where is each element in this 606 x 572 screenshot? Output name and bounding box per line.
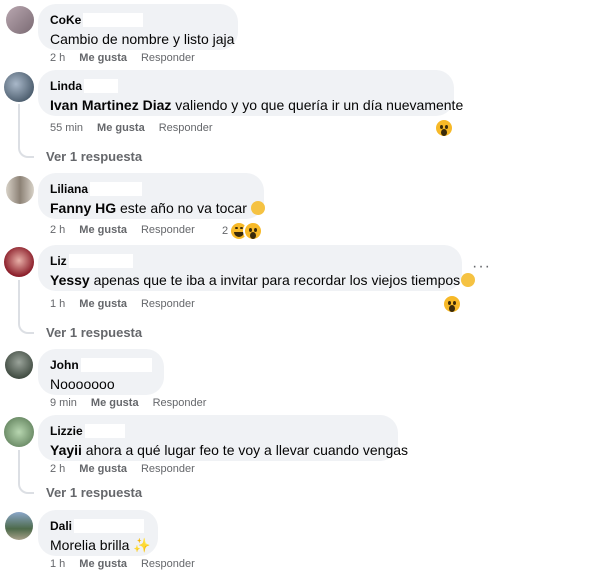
comment-text: apenas que te iba a invitar para recorda… — [89, 272, 461, 288]
commenter-name[interactable]: CoKe — [50, 13, 81, 27]
comment-bubble: Liz Yessy apenas que te iba a invitar pa… — [38, 245, 476, 291]
timestamp[interactable]: 55 min — [50, 122, 83, 134]
comment-bubble: Linda Ivan Martinez Diaz valiendo y yo q… — [38, 70, 463, 116]
commenter-name[interactable]: Liliana — [50, 182, 88, 196]
sparkles-emoji-icon: ✨ — [133, 537, 151, 553]
timestamp[interactable]: 2 h — [50, 224, 65, 236]
like-button[interactable]: Me gusta — [79, 558, 127, 570]
commenter-name[interactable]: Liz — [50, 254, 67, 268]
reply-button[interactable]: Responder — [141, 558, 195, 570]
avatar[interactable] — [5, 351, 33, 379]
like-button[interactable]: Me gusta — [79, 298, 127, 310]
thread-line — [18, 104, 34, 158]
reply-button[interactable]: Responder — [159, 122, 213, 134]
mention[interactable]: Yessy — [50, 272, 90, 288]
thread-line — [18, 280, 34, 334]
commenter-name[interactable]: Dali — [50, 519, 72, 533]
wow-icon — [245, 223, 262, 239]
avatar[interactable] — [4, 417, 34, 447]
like-button[interactable]: Me gusta — [97, 122, 145, 134]
avatar[interactable] — [4, 72, 34, 102]
comment-actions: 2 h Me gusta Responder — [50, 52, 209, 64]
view-replies-link[interactable]: Ver 1 respuesta — [46, 485, 142, 500]
avatar[interactable] — [6, 176, 34, 204]
comment-bubble: CoKe Cambio de nombre y listo jaja — [38, 4, 238, 50]
reply-button[interactable]: Responder — [141, 463, 195, 475]
comment-text: Nooooooo — [50, 376, 115, 392]
comment-text: Cambio de nombre y listo jaja — [50, 31, 235, 47]
avatar[interactable] — [4, 247, 34, 277]
commenter-name[interactable]: Linda — [50, 79, 82, 93]
reply-button[interactable]: Responder — [141, 224, 195, 236]
reply-button[interactable]: Responder — [141, 298, 195, 310]
reply-button[interactable]: Responder — [153, 397, 207, 409]
comment-actions: 9 min Me gusta Responder — [50, 397, 220, 409]
comment-bubble: Lizzie Yayii ahora a qué lugar feo te vo… — [38, 415, 408, 461]
mention[interactable]: Yayii — [50, 442, 82, 458]
mention[interactable]: Fanny HG — [50, 200, 116, 216]
comment-text: valiendo y yo que quería ir un día nueva… — [171, 97, 464, 113]
timestamp[interactable]: 2 h — [50, 463, 65, 475]
like-button[interactable]: Me gusta — [79, 463, 127, 475]
timestamp[interactable]: 1 h — [50, 558, 65, 570]
like-button[interactable]: Me gusta — [79, 52, 127, 64]
comment-bubble: Liliana Fanny HG este año no va tocar — [38, 173, 265, 219]
comment-actions: 2 h Me gusta Responder — [50, 463, 209, 475]
reaction-summary[interactable]: 2 — [222, 223, 262, 239]
like-button[interactable]: Me gusta — [91, 397, 139, 409]
wow-icon — [444, 296, 460, 312]
view-replies-link[interactable]: Ver 1 respuesta — [46, 149, 142, 164]
comment-text: este año no va tocar — [116, 200, 247, 216]
like-button[interactable]: Me gusta — [79, 224, 127, 236]
reaction-count: 2 — [222, 225, 229, 237]
wow-icon — [436, 120, 452, 136]
comment-text: ahora a qué lugar feo te voy a llevar cu… — [81, 442, 409, 458]
comment-actions: 1 h Me gusta Responder — [50, 558, 209, 570]
view-replies-link[interactable]: Ver 1 respuesta — [46, 325, 142, 340]
comment-actions: 2 h Me gusta Responder — [50, 224, 209, 236]
comment-bubble: Dali Morelia brilla ✨ — [38, 510, 158, 556]
timestamp[interactable]: 9 min — [50, 397, 77, 409]
commenter-name[interactable]: John — [50, 358, 79, 372]
thread-line — [18, 450, 34, 494]
avatar[interactable] — [5, 512, 33, 540]
comment-actions: 55 min Me gusta Responder — [50, 122, 227, 134]
comment-bubble: John Nooooooo — [38, 349, 164, 395]
timestamp[interactable]: 1 h — [50, 298, 65, 310]
reaction-summary[interactable] — [436, 120, 452, 136]
mention[interactable]: Ivan Martinez Diaz — [50, 97, 171, 113]
avatar[interactable] — [6, 6, 34, 34]
pensive-emoji-icon — [250, 201, 265, 215]
comment-actions: 1 h Me gusta Responder — [50, 298, 209, 310]
timestamp[interactable]: 2 h — [50, 52, 65, 64]
commenter-name[interactable]: Lizzie — [50, 424, 83, 438]
more-options-icon[interactable]: ··· — [472, 258, 491, 276]
comment-text: Morelia brilla — [50, 537, 130, 553]
reply-button[interactable]: Responder — [141, 52, 195, 64]
reaction-summary[interactable] — [444, 296, 460, 312]
